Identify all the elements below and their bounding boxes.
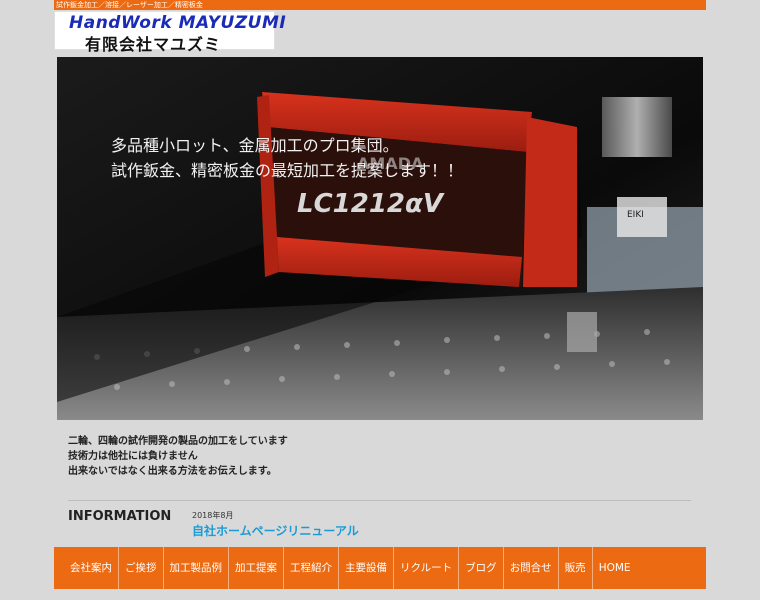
information-news-link[interactable]: 自社ホームページリニューアル bbox=[192, 522, 359, 539]
intro-line2: 技術力は他社には負けません bbox=[68, 451, 198, 462]
hero-image: EIKI LC1212αV AMADA 多品種小ロット、金属加工のプロ集団。 試… bbox=[57, 57, 703, 420]
hero-caption-line1: 多品種小ロット、金属加工のプロ集団。 bbox=[111, 136, 399, 155]
nav-item-proposals[interactable]: 加工提案 bbox=[229, 547, 284, 589]
top-tagline-bar: 試作鈑金加工／溶接／レーザー加工／精密板金 bbox=[54, 0, 706, 10]
site-logo[interactable]: HandWork MAYUZUMI 有限会社マユズミ bbox=[54, 11, 286, 54]
hero-caption-line2: 試作鈑金、精密板金の最短加工を提案します！！ bbox=[111, 161, 464, 180]
nav-item-recruit[interactable]: リクルート bbox=[394, 547, 460, 589]
nav-item-company[interactable]: 会社案内 bbox=[64, 547, 119, 589]
side-label-text: EIKI bbox=[627, 210, 644, 220]
nav-item-product-examples[interactable]: 加工製品例 bbox=[164, 547, 229, 589]
logo-japanese-text: 有限会社マユズミ bbox=[85, 35, 222, 54]
hero-caption: 多品種小ロット、金属加工のプロ集団。 試作鈑金、精密板金の最短加工を提案します！… bbox=[111, 133, 463, 183]
laser-machine-illustration: EIKI LC1212αV AMADA bbox=[57, 57, 703, 420]
information-date: 2018年8月 bbox=[192, 511, 234, 520]
tagline-text: 試作鈑金加工／溶接／レーザー加工／精密板金 bbox=[56, 1, 203, 9]
nav-item-contact[interactable]: お問合せ bbox=[504, 547, 559, 589]
information-divider bbox=[68, 500, 691, 501]
nav-item-blog[interactable]: ブログ bbox=[459, 547, 504, 589]
machine-model-text: LC1212αV bbox=[297, 189, 445, 219]
intro-line1: 二輪、四輪の試作開発の製品の加工をしています bbox=[68, 436, 288, 447]
nav-item-equipment[interactable]: 主要設備 bbox=[339, 547, 394, 589]
nav-item-process[interactable]: 工程紹介 bbox=[284, 547, 339, 589]
nav-item-home[interactable]: HOME bbox=[593, 547, 637, 589]
nav-item-greeting[interactable]: ご挨拶 bbox=[119, 547, 164, 589]
duct-shape bbox=[602, 97, 672, 157]
logo-english-text: HandWork MAYUZUMI bbox=[69, 13, 287, 33]
information-heading: INFORMATION bbox=[68, 509, 172, 524]
intro-line3: 出来ないではなく出来る方法をお伝えします。 bbox=[68, 466, 277, 477]
nav-item-sales[interactable]: 販売 bbox=[559, 547, 593, 589]
main-navigation: 会社案内 ご挨拶 加工製品例 加工提案 工程紹介 主要設備 リクルート ブログ … bbox=[54, 547, 706, 589]
intro-text: 二輪、四輪の試作開発の製品の加工をしています 技術力は他社には負けません 出来な… bbox=[68, 434, 288, 479]
